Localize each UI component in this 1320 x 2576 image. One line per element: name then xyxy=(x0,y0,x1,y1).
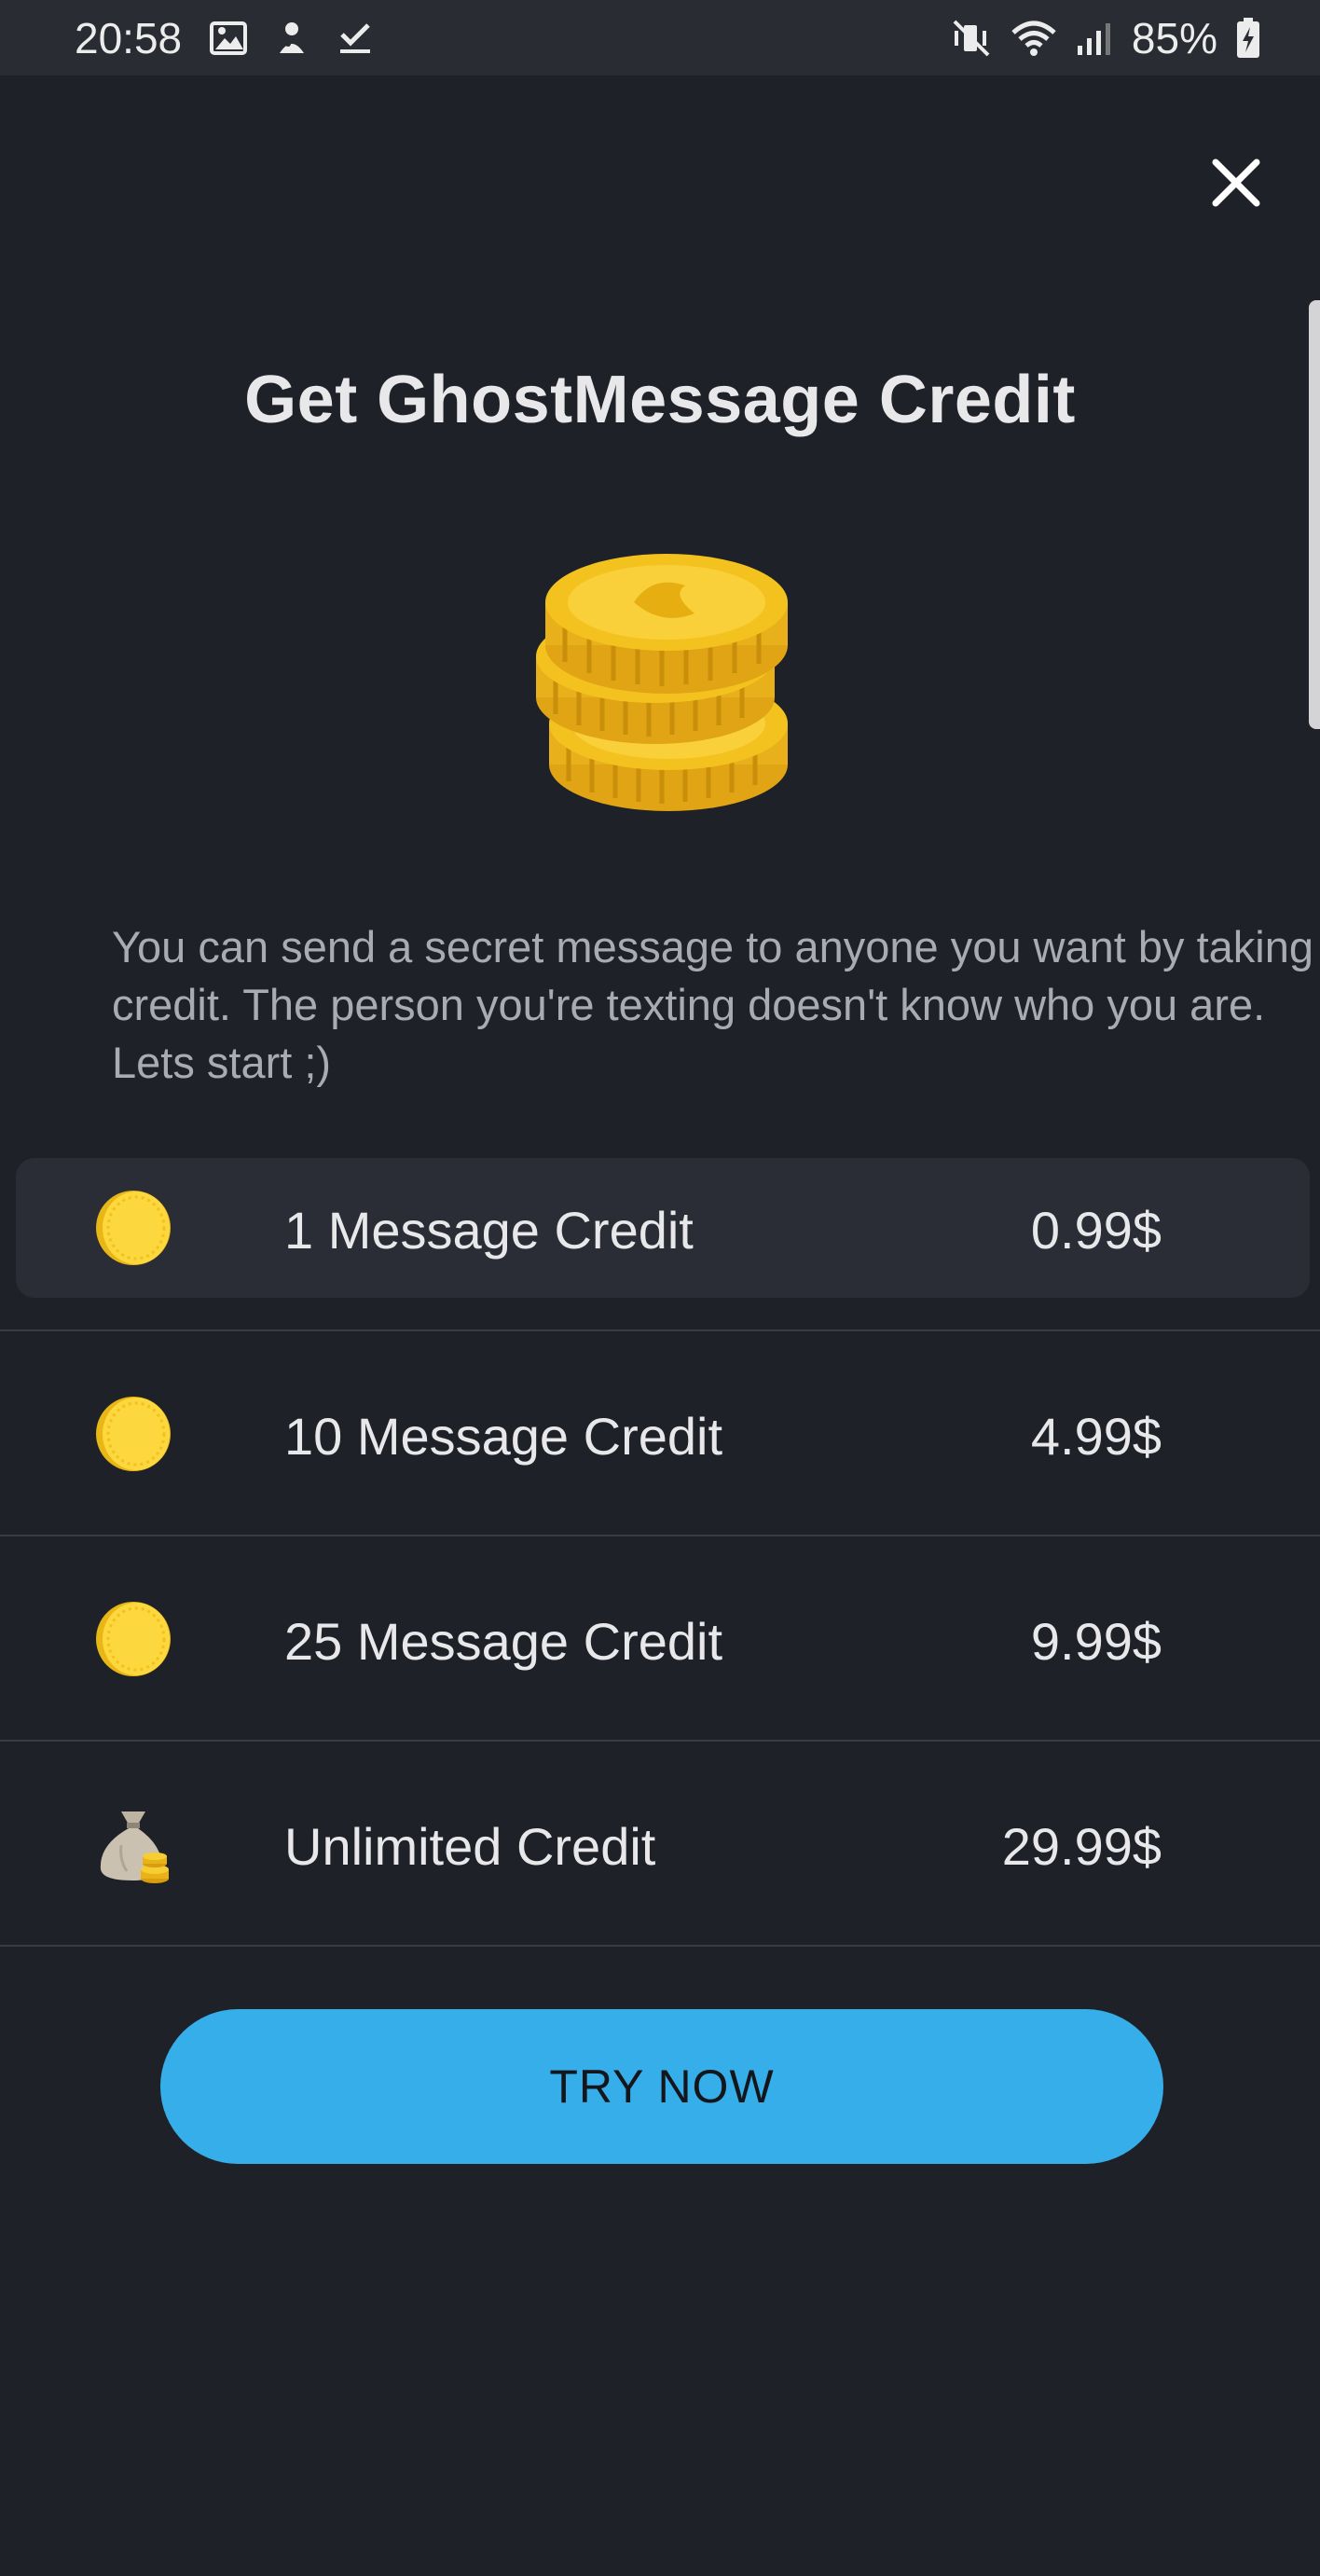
close-button[interactable] xyxy=(1203,149,1270,216)
coin-icon xyxy=(96,1397,171,1471)
vibrate-mute-icon xyxy=(951,20,992,57)
page-title: Get GhostMessage Credit xyxy=(244,363,1076,437)
try-now-button[interactable]: TRY NOW xyxy=(160,2009,1163,2164)
money-bag-icon xyxy=(100,1811,169,1883)
plan-label: 25 Message Credit xyxy=(284,1612,723,1671)
wifi-icon xyxy=(1011,20,1057,57)
purchase-credit-screen: 20:58 85% Get GhostMessage Credit You ca… xyxy=(0,0,1320,2576)
coin-icon xyxy=(96,1191,171,1265)
plan-price: 4.99$ xyxy=(1030,1407,1162,1466)
app-notification-icon xyxy=(275,20,309,57)
signal-icon xyxy=(1076,20,1113,57)
plan-25-message-credit[interactable]: 25 Message Credit 9.99$ xyxy=(0,1536,1320,1742)
status-time: 20:58 xyxy=(75,13,183,62)
plan-label: 10 Message Credit xyxy=(284,1407,723,1466)
plan-label: 1 Message Credit xyxy=(284,1201,694,1260)
plan-price: 9.99$ xyxy=(1030,1612,1162,1671)
coin-icon xyxy=(96,1602,171,1676)
plan-label: Unlimited Credit xyxy=(284,1817,656,1876)
plan-1-message-credit[interactable]: 1 Message Credit 0.99$ xyxy=(0,1156,1320,1331)
plan-price: 29.99$ xyxy=(1001,1817,1162,1876)
description-text: You can send a secret message to anyone … xyxy=(112,922,1313,1087)
plan-unlimited-credit[interactable]: Unlimited Credit 29.99$ xyxy=(0,1742,1320,1947)
plan-price: 0.99$ xyxy=(1030,1201,1162,1260)
credit-plan-list: 1 Message Credit 0.99$ 10 Message Credit… xyxy=(0,1156,1320,1947)
gallery-icon xyxy=(210,21,248,55)
close-icon xyxy=(1212,158,1260,207)
plan-10-message-credit[interactable]: 10 Message Credit 4.99$ xyxy=(0,1331,1320,1536)
status-bar: 20:58 85% xyxy=(0,0,1320,76)
battery-percent: 85% xyxy=(1131,13,1217,62)
battery-charging-icon xyxy=(1236,17,1260,59)
coin-stack-icon xyxy=(522,541,802,820)
checkmark-icon xyxy=(337,21,374,55)
